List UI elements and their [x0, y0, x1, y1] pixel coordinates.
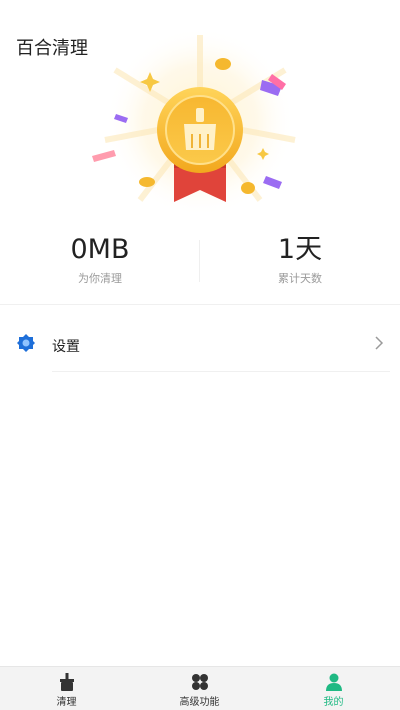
cleaned-stat: 0MB 为你清理: [0, 232, 200, 286]
days-value: 1天: [277, 234, 323, 265]
cleaned-label: 为你清理: [78, 272, 122, 285]
chevron-right-icon: [375, 336, 384, 350]
section-divider: [0, 304, 400, 305]
settings-gear-icon: [17, 334, 35, 352]
app-root: 百合清理 0MB 为你清理 1天 累计天数 设置 清理 高级功能 我的: [0, 0, 400, 710]
days-label: 累计天数: [278, 272, 322, 285]
tab-clean-label: 清理: [56, 697, 77, 708]
grid-apps-icon: [191, 674, 208, 690]
person-icon: [325, 673, 342, 691]
medal-illustration: [70, 27, 330, 230]
settings-row[interactable]: 设置: [0, 318, 400, 372]
tab-mine-label: 我的: [323, 697, 344, 708]
tab-clean[interactable]: 清理: [0, 667, 133, 710]
tab-mine[interactable]: 我的: [267, 667, 400, 710]
medal-svg: [92, 27, 296, 217]
broom-icon: [59, 673, 74, 691]
cleaned-value: 0MB: [70, 234, 130, 265]
days-stat: 1天 累计天数: [200, 232, 400, 286]
tab-advanced[interactable]: 高级功能: [133, 667, 266, 710]
stats-panel: 0MB 为你清理 1天 累计天数: [0, 232, 400, 294]
tab-advanced-label: 高级功能: [179, 697, 220, 708]
settings-label: 设置: [52, 339, 80, 355]
settings-row-divider: [52, 371, 390, 372]
bottom-tab-bar: 清理 高级功能 我的: [0, 666, 400, 710]
